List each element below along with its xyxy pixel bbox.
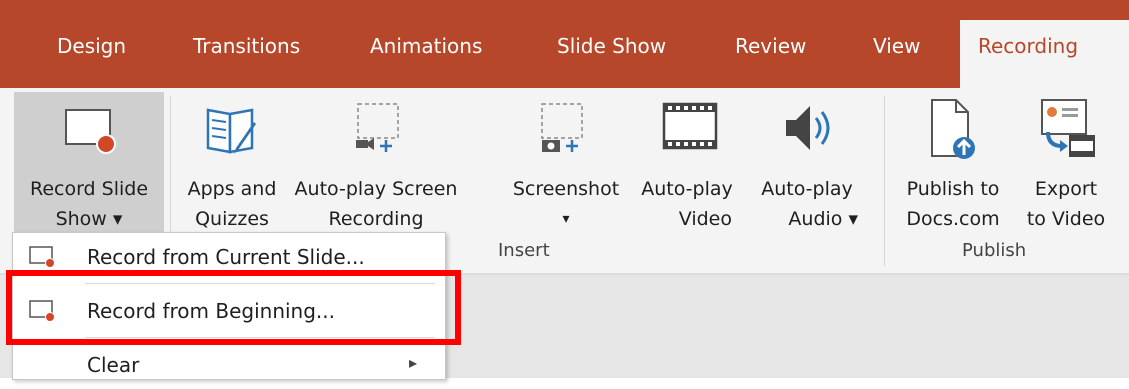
apps-quizzes-label-1: Apps and	[187, 178, 277, 200]
tab-recording[interactable]: Recording	[960, 20, 1129, 88]
publish-docs-label-1: Publish to	[906, 178, 1000, 200]
export-video-label-2: to Video	[1026, 208, 1106, 230]
autoplay-screen-recording-label-2: Recording	[328, 208, 424, 230]
menu-item-label: Clear	[87, 353, 140, 377]
book-pencil-icon	[206, 108, 256, 154]
autoplay-video-label-1: Auto-play	[641, 178, 733, 200]
group-label-publish: Publish	[962, 240, 1027, 261]
publish-docs-button[interactable]: Publish to Docs.com	[892, 92, 1014, 242]
screenshot-button[interactable]: Screenshot ▾	[502, 92, 630, 242]
menu-item-clear[interactable]: Clear ▸	[13, 343, 445, 389]
record-slide-show-label-1: Record Slide	[29, 178, 149, 200]
autoplay-audio-label-2: Audio ▾	[788, 208, 858, 230]
tab-transitions[interactable]: Transitions	[193, 34, 300, 58]
autoplay-screen-recording-button[interactable]: Auto-play Screen Recording	[288, 92, 464, 242]
speaker-icon	[786, 106, 830, 150]
highlight-annotation	[6, 270, 461, 345]
record-slide-show-label-2: Show ▾	[55, 208, 123, 230]
record-slide-show-icon	[65, 109, 116, 154]
tab-design[interactable]: Design	[57, 34, 126, 58]
menu-item-label: Record from Current Slide...	[87, 245, 365, 269]
tab-view[interactable]: View	[873, 34, 920, 58]
tab-slide-show[interactable]: Slide Show	[557, 34, 666, 58]
tab-animations[interactable]: Animations	[370, 34, 482, 58]
export-video-button[interactable]: Export to Video	[1016, 92, 1116, 242]
submenu-arrow-icon: ▸	[409, 353, 418, 372]
ribbon-separator	[884, 96, 885, 266]
ribbon-tab-bar: Design Transitions Animations Slide Show…	[0, 0, 1129, 88]
publish-docs-label-2: Docs.com	[906, 208, 1000, 230]
publish-document-icon	[931, 99, 975, 159]
autoplay-audio-label-1: Auto-play	[761, 178, 853, 200]
apps-quizzes-button[interactable]: Apps and Quizzes	[178, 92, 286, 242]
autoplay-video-button[interactable]: Auto-play Video	[632, 92, 742, 242]
record-slide-show-button[interactable]: Record Slide Show ▾	[14, 92, 164, 242]
export-video-icon	[1041, 99, 1095, 157]
screenshot-dropdown-arrow[interactable]: ▾	[502, 204, 630, 234]
autoplay-screen-recording-label-1: Auto-play Screen	[294, 178, 458, 200]
screenshot-label: Screenshot	[512, 178, 620, 200]
apps-quizzes-label-2: Quizzes	[195, 208, 269, 230]
autoplay-audio-button[interactable]: Auto-play Audio ▾	[748, 92, 866, 242]
export-video-label-1: Export	[1034, 178, 1098, 200]
autoplay-video-label-2: Video	[678, 208, 732, 230]
tab-review[interactable]: Review	[735, 34, 806, 58]
camera-icon	[541, 103, 583, 152]
screen-recording-icon	[356, 103, 399, 152]
group-label-insert: Insert	[498, 240, 550, 261]
record-slide-icon	[29, 246, 55, 268]
film-strip-icon	[662, 102, 718, 150]
